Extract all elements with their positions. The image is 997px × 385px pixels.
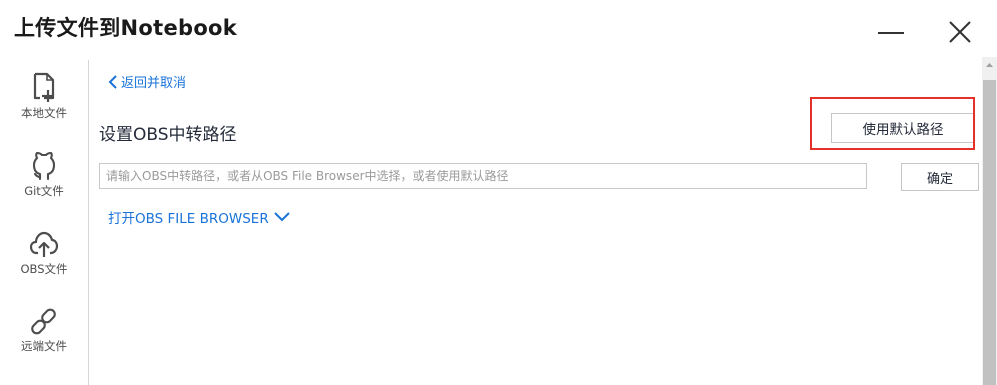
minimize-icon [878, 32, 904, 34]
section-title: 设置OBS中转路径 [99, 125, 237, 145]
cloud-upload-icon [30, 231, 58, 257]
scrollbar-thumb[interactable] [983, 80, 996, 385]
close-icon [949, 21, 971, 43]
dialog-title: 上传文件到Notebook [14, 16, 238, 40]
local-file-icon [33, 72, 55, 102]
minimize-button[interactable] [872, 10, 912, 50]
link-icon [31, 308, 56, 335]
chevron-left-icon [108, 74, 117, 89]
chevron-down-icon [273, 212, 290, 222]
vertical-scrollbar[interactable] [982, 57, 997, 385]
close-button[interactable] [940, 10, 980, 50]
obs-path-input[interactable] [99, 163, 867, 189]
sidebar-item-label: 远端文件 [21, 339, 67, 353]
sidebar-item-local-file[interactable]: 本地文件 [0, 70, 88, 136]
open-obs-browser-link[interactable]: 打开OBS FILE BROWSER [108, 207, 290, 227]
main-panel: 返回并取消 设置OBS中转路径 使用默认路径 确定 打开OBS FILE BRO… [89, 60, 982, 385]
title-bar: 上传文件到Notebook [0, 0, 997, 57]
sidebar: 本地文件 Git文件 OBS文件 远端文件 [0, 60, 89, 385]
sidebar-item-obs-file[interactable]: OBS文件 [0, 230, 88, 296]
sidebar-item-label: 本地文件 [21, 106, 67, 120]
scroll-up-button[interactable] [982, 57, 997, 73]
github-icon [32, 152, 56, 181]
scroll-up-arrow-icon [986, 63, 993, 67]
use-default-path-button[interactable]: 使用默认路径 [831, 113, 975, 143]
confirm-button[interactable]: 确定 [901, 163, 979, 191]
sidebar-item-git-file[interactable]: Git文件 [0, 152, 88, 218]
back-cancel-label: 返回并取消 [121, 76, 187, 91]
sidebar-item-remote-file[interactable]: 远端文件 [0, 307, 88, 373]
back-cancel-link[interactable]: 返回并取消 [108, 72, 186, 91]
sidebar-item-label: Git文件 [24, 184, 64, 198]
open-obs-browser-label: 打开OBS FILE BROWSER [108, 211, 269, 227]
sidebar-item-label: OBS文件 [20, 262, 68, 276]
